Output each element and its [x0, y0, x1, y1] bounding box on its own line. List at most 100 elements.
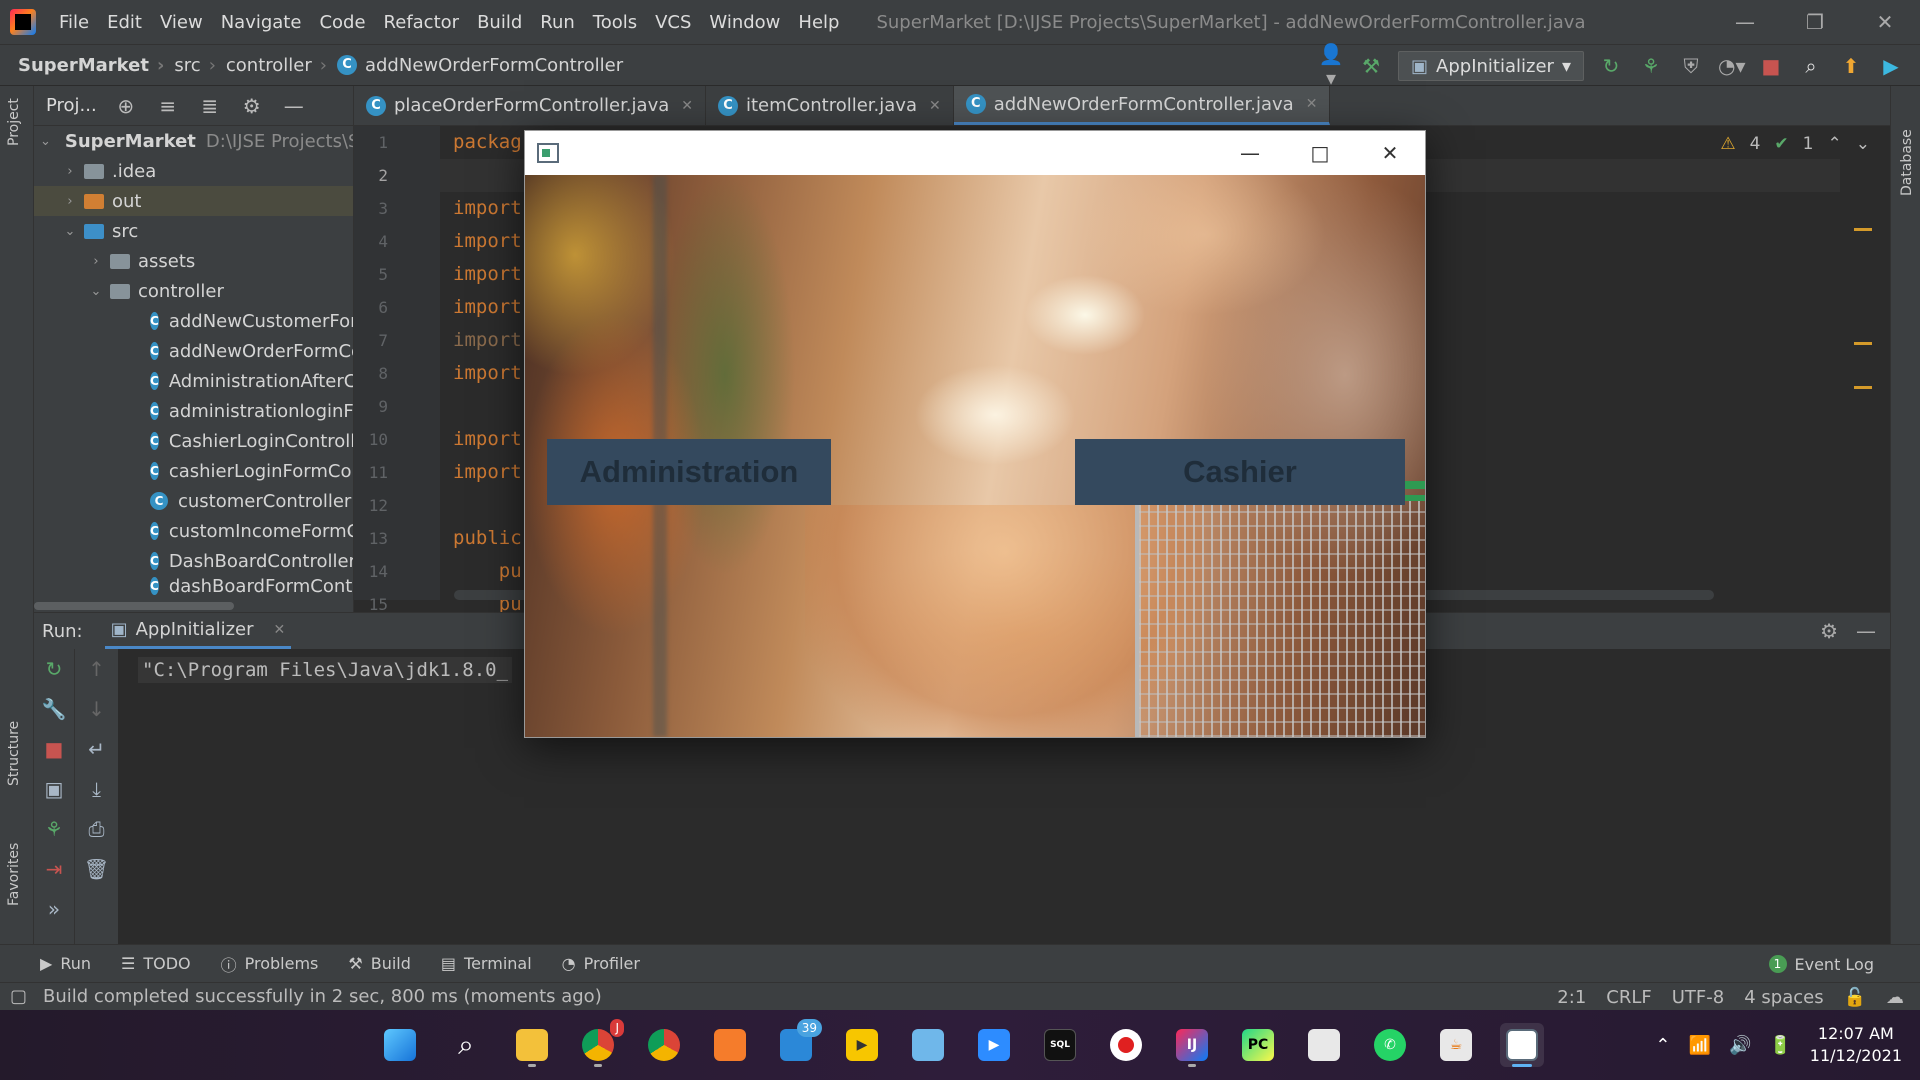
line-number[interactable]: 10 — [354, 423, 440, 456]
close-icon[interactable]: ✕ — [929, 98, 941, 114]
start-button[interactable] — [378, 1023, 422, 1067]
tree-file[interactable]: CdashBoardFormContro — [34, 576, 353, 596]
tree-file[interactable]: CcashierLoginFormCont — [34, 456, 353, 486]
warning-marker[interactable] — [1854, 386, 1872, 389]
line-number[interactable]: 3 — [354, 192, 440, 225]
javafx-app-button[interactable] — [1500, 1023, 1544, 1067]
soft-wrap-icon[interactable]: ↵ — [75, 729, 118, 769]
scroll-to-end-icon[interactable]: ⤓ — [75, 769, 118, 809]
warning-marker[interactable] — [1854, 342, 1872, 345]
chevron-up-icon[interactable]: ⌃ — [1828, 134, 1842, 154]
expand-all-icon[interactable]: ≡ — [155, 94, 181, 118]
gear-icon[interactable]: ⚙ — [1820, 619, 1838, 643]
line-number[interactable]: 12 — [354, 489, 440, 522]
chrome-button[interactable] — [642, 1023, 686, 1067]
chrome-profile-button[interactable]: J — [576, 1019, 624, 1067]
arrow-down-icon[interactable]: ↓ — [75, 689, 118, 729]
menu-file[interactable]: File — [50, 12, 98, 33]
pycharm-button[interactable]: PC — [1236, 1023, 1280, 1067]
notepad-button[interactable] — [906, 1023, 950, 1067]
tree-file[interactable]: CcustomerController — [34, 486, 353, 516]
search-button[interactable]: ⌕ — [444, 1023, 488, 1067]
hide-icon[interactable]: — — [281, 94, 307, 118]
menu-run[interactable]: Run — [531, 12, 584, 33]
caret-position[interactable]: 2:1 — [1557, 987, 1586, 1008]
indent-setting[interactable]: 4 spaces — [1744, 987, 1823, 1008]
more-icon[interactable]: » — [34, 889, 74, 929]
menu-window[interactable]: Window — [700, 12, 789, 33]
close-icon[interactable]: ✕ — [1306, 96, 1318, 112]
clock[interactable]: 12:07 AM 11/12/2021 — [1810, 1023, 1902, 1067]
tab-item-controller[interactable]: C itemController.java ✕ — [706, 86, 954, 125]
tree-file[interactable]: C AdministrationAfterCo — [34, 366, 353, 396]
breadcrumb-class[interactable]: CaddNewOrderFormController — [319, 55, 623, 76]
chevron-down-icon[interactable]: ⌄ — [1856, 134, 1870, 154]
line-number[interactable]: 6 — [354, 291, 440, 324]
collapse-all-icon[interactable]: ≣ — [197, 94, 223, 118]
line-number[interactable]: 7 — [354, 324, 440, 357]
tree-row-out[interactable]: › out — [34, 186, 353, 216]
recorder-button[interactable] — [1104, 1023, 1148, 1067]
menu-refactor[interactable]: Refactor — [375, 12, 469, 33]
minimize-icon[interactable]: — — [1215, 131, 1285, 175]
minimize-icon[interactable]: — — [1710, 0, 1780, 44]
tool-todo[interactable]: ☰ TODO — [121, 954, 191, 973]
project-tool-label[interactable]: Project — [6, 98, 22, 146]
document-button[interactable] — [1302, 1023, 1346, 1067]
menu-build[interactable]: Build — [468, 12, 531, 33]
stop-icon[interactable]: ■ — [1758, 54, 1784, 78]
line-number[interactable]: 13 — [354, 522, 440, 555]
file-encoding[interactable]: UTF-8 — [1672, 987, 1724, 1008]
tree-file[interactable]: CaddNewCustomerForm — [34, 306, 353, 336]
tree-row-root[interactable]: ⌄ SuperMarket D:\IJSE Projects\S — [34, 126, 353, 156]
brave-button[interactable] — [708, 1023, 752, 1067]
line-number[interactable]: 11 — [354, 456, 440, 489]
inspector-icon[interactable]: ☁ — [1886, 987, 1904, 1008]
event-log[interactable]: 1 Event Log — [1768, 945, 1874, 983]
menu-edit[interactable]: Edit — [98, 12, 151, 33]
rerun-icon[interactable]: ↻ — [1598, 54, 1624, 78]
tree-row-assets[interactable]: › assets — [34, 246, 353, 276]
tree-row-idea[interactable]: › .idea — [34, 156, 353, 186]
structure-tool-label[interactable]: Structure — [6, 721, 22, 786]
panel-toggle-icon[interactable]: ▢ — [10, 986, 27, 1007]
restore-icon[interactable]: ❐ — [1780, 0, 1850, 44]
arrow-up-icon[interactable]: ↑ — [75, 649, 118, 689]
debug-icon[interactable]: ⚘ — [1638, 54, 1664, 78]
fx-title-bar[interactable]: — □ ✕ — [525, 131, 1425, 175]
tool-run[interactable]: ▶ Run — [40, 954, 91, 973]
line-number[interactable]: 4 — [354, 225, 440, 258]
breadcrumb-project[interactable]: SuperMarket › — [0, 55, 164, 76]
build-hammer-icon[interactable]: ⚒ — [1358, 54, 1384, 78]
line-number[interactable]: 14 — [354, 555, 440, 588]
cashier-button[interactable]: Cashier — [1075, 439, 1405, 505]
project-scrollbar[interactable] — [34, 600, 353, 612]
tool-build[interactable]: ⚒ Build — [348, 954, 411, 973]
favorites-tool-label[interactable]: Favorites — [6, 843, 22, 906]
line-number[interactable]: 1 — [354, 126, 440, 159]
search-icon[interactable]: ⌕ — [1798, 54, 1824, 78]
line-number[interactable]: 2 — [354, 159, 440, 192]
profile-icon[interactable]: ◔▾ — [1718, 54, 1746, 78]
menu-navigate[interactable]: Navigate — [212, 12, 311, 33]
breadcrumb-src[interactable]: src › — [156, 55, 215, 76]
coverage-icon[interactable]: ⛨ — [1678, 54, 1704, 78]
hide-icon[interactable]: — — [1856, 619, 1876, 643]
tree-file[interactable]: C DashBoardController — [34, 546, 353, 576]
close-icon[interactable]: ✕ — [274, 622, 286, 638]
code-with-me-icon[interactable]: ▶ — [1878, 54, 1904, 78]
gear-icon[interactable]: ⚙ — [239, 94, 265, 118]
tab-add-new-order[interactable]: C addNewOrderFormController.java ✕ — [953, 86, 1331, 125]
chevron-up-icon[interactable]: ⌃ — [1655, 1035, 1670, 1056]
tree-file[interactable]: CaddNewOrderFormCo — [34, 336, 353, 366]
tool-problems[interactable]: ⓘ Problems — [221, 952, 319, 976]
tree-row-controller[interactable]: ⌄ controller — [34, 276, 353, 306]
line-number[interactable]: 8 — [354, 357, 440, 390]
camera-icon[interactable]: ▣ — [34, 769, 74, 809]
inspection-status[interactable]: ⚠ 4 ✔ 1 ⌃ ⌄ — [1720, 134, 1870, 154]
line-separator[interactable]: CRLF — [1606, 987, 1651, 1008]
line-number[interactable]: 5 — [354, 258, 440, 291]
intellij-button[interactable]: IJ — [1170, 1023, 1214, 1067]
volume-icon[interactable]: 🔊 — [1729, 1035, 1751, 1056]
lock-icon[interactable]: 🔓 — [1844, 987, 1866, 1008]
